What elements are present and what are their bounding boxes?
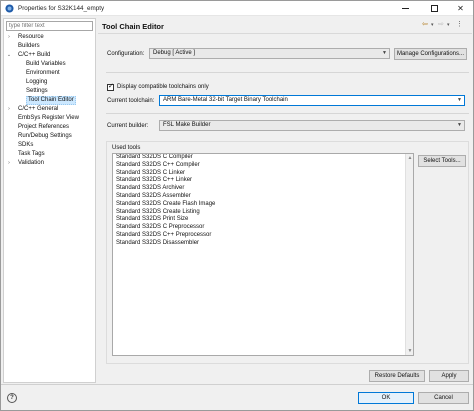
manage-configurations-button[interactable]: Manage Configurations... xyxy=(394,48,467,60)
tree-item[interactable]: SDKs xyxy=(4,141,95,150)
used-tools-label: Used tools xyxy=(112,145,141,151)
apply-button[interactable]: Apply xyxy=(429,370,469,382)
tree-item[interactable]: Environment xyxy=(4,69,95,78)
title-bar: Properties for S32K144_empty ✕ xyxy=(1,1,473,16)
list-item[interactable]: Standard S32DS Disassembler xyxy=(113,240,413,248)
tree-item-label: C/C++ Build xyxy=(18,52,51,58)
tree-item-label: EmbSys Register View xyxy=(18,115,79,121)
tree-item-label: Project References xyxy=(18,124,70,130)
minimize-icon xyxy=(402,8,409,9)
tree-item[interactable]: Task Tags xyxy=(4,150,95,159)
close-icon: ✕ xyxy=(457,4,464,13)
category-pane: › Resource Builders ⌄ C/C++ Build Build Varia… xyxy=(3,18,96,383)
tree-item[interactable]: Run/Debug Settings xyxy=(4,132,95,141)
history-nav: ⇦ ▾ ⇨ ▾ ⋮ xyxy=(422,20,472,30)
tree-item[interactable]: Tool Chain Editor xyxy=(4,96,95,105)
list-item[interactable]: Standard S32DS Create Listing xyxy=(113,209,413,217)
chevron-down-icon: ▼ xyxy=(382,50,387,56)
checkmark-icon: ✓ xyxy=(108,83,114,90)
tree-item[interactable]: Builders xyxy=(4,42,95,51)
page-title: Tool Chain Editor xyxy=(102,22,164,31)
list-item[interactable]: Standard S32DS C++ Preprocessor xyxy=(113,232,413,240)
filter-field[interactable] xyxy=(6,21,93,31)
tree-item-label: Settings xyxy=(26,88,48,94)
chevron-down-icon: ▼ xyxy=(457,122,462,128)
view-menu-icon[interactable]: ⋮ xyxy=(456,20,463,30)
tree-item-label: Builders xyxy=(18,43,40,49)
tree-item-label: C/C++ General xyxy=(18,106,59,112)
tree-item-label: Build Variables xyxy=(26,61,66,67)
restore-defaults-button[interactable]: Restore Defaults xyxy=(369,370,425,382)
list-item[interactable]: Standard S32DS Archiver xyxy=(113,185,413,193)
window-title: Properties for S32K144_empty xyxy=(18,5,105,12)
display-compatible-label: Display compatible toolchains only xyxy=(117,84,209,90)
chevron-right-icon[interactable]: › xyxy=(6,33,12,42)
ok-button[interactable]: OK xyxy=(358,392,414,404)
scroll-up-icon[interactable]: ▲ xyxy=(406,154,414,162)
used-tools-list[interactable]: Standard S32DS C Compiler Standard S32DS … xyxy=(112,153,414,356)
tree-item-label: Task Tags xyxy=(18,151,45,157)
chevron-down-icon: ▼ xyxy=(457,97,462,103)
display-compatible-checkbox[interactable]: ✓ xyxy=(107,83,114,91)
close-button[interactable]: ✕ xyxy=(448,1,473,16)
list-item[interactable]: Standard S32DS C++ Compiler xyxy=(113,162,413,170)
footer-divider xyxy=(1,384,473,385)
chevron-right-icon[interactable]: › xyxy=(6,105,12,114)
chevron-right-icon[interactable]: › xyxy=(6,159,12,168)
cancel-button[interactable]: Cancel xyxy=(418,392,469,404)
current-builder-select[interactable]: FSL Make Builder ▼ xyxy=(159,120,465,131)
tree-item[interactable]: Build Variables xyxy=(4,60,95,69)
chevron-down-icon[interactable]: ⌄ xyxy=(6,51,12,60)
back-arrow-icon[interactable]: ⇦ xyxy=(422,20,428,30)
list-item[interactable]: Standard S32DS Create Flash Image xyxy=(113,201,413,209)
list-item[interactable]: Standard S32DS C Compiler xyxy=(113,154,413,162)
current-toolchain-label: Current toolchain: xyxy=(107,98,155,104)
app-icon xyxy=(5,4,14,13)
list-item[interactable]: Standard S32DS C Preprocessor xyxy=(113,224,413,232)
tree-item[interactable]: Logging xyxy=(4,78,95,87)
tree-item-label: Validation xyxy=(18,160,44,166)
section-divider xyxy=(106,113,469,114)
back-menu-icon[interactable]: ▾ xyxy=(431,20,434,30)
tree-item[interactable]: Project References xyxy=(4,123,95,132)
list-item[interactable]: Standard S32DS C++ Linker xyxy=(113,177,413,185)
list-item[interactable]: Standard S32DS Print Size xyxy=(113,216,413,224)
category-tree: › Resource Builders ⌄ C/C++ Build Build Varia… xyxy=(4,33,95,168)
properties-dialog: Properties for S32K144_empty ✕ › Resource… xyxy=(0,0,474,411)
filter-input[interactable] xyxy=(7,22,92,30)
help-icon[interactable]: ? xyxy=(7,393,17,403)
tools-scrollbar[interactable]: ▲ ▼ xyxy=(405,154,413,355)
forward-menu-icon[interactable]: ▾ xyxy=(447,20,450,30)
configuration-label: Configuration: xyxy=(107,51,145,57)
forward-arrow-icon[interactable]: ⇨ xyxy=(438,20,444,30)
tree-item-label: Tool Chain Editor xyxy=(26,96,76,105)
header-divider xyxy=(98,33,472,34)
current-builder-label: Current builder: xyxy=(107,123,149,129)
list-item[interactable]: Standard S32DS Assembler xyxy=(113,193,413,201)
maximize-button[interactable] xyxy=(422,1,447,16)
current-builder-value: FSL Make Builder xyxy=(163,122,211,128)
tree-item-label: Logging xyxy=(26,79,48,85)
scroll-down-icon[interactable]: ▼ xyxy=(406,347,414,355)
tree-item[interactable]: EmbSys Register View xyxy=(4,114,95,123)
tree-item[interactable]: › Validation xyxy=(4,159,95,168)
minimize-button[interactable] xyxy=(393,1,418,16)
tree-item-label: Environment xyxy=(26,70,60,76)
configuration-select[interactable]: Debug [ Active ] ▼ xyxy=(149,48,390,59)
tree-item-label: SDKs xyxy=(18,142,34,148)
current-toolchain-select[interactable]: ARM Bare-Metal 32-bit Target Binary Tool… xyxy=(159,95,465,106)
tree-item-label: Resource xyxy=(18,34,44,40)
tree-item-label: Run/Debug Settings xyxy=(18,133,72,139)
current-toolchain-value: ARM Bare-Metal 32-bit Target Binary Tool… xyxy=(163,97,288,103)
section-divider xyxy=(106,72,469,73)
maximize-icon xyxy=(431,5,438,12)
tree-item[interactable]: Settings xyxy=(4,87,95,96)
list-item[interactable]: Standard S32DS C Linker xyxy=(113,170,413,178)
configuration-value: Debug [ Active ] xyxy=(153,50,196,56)
select-tools-button[interactable]: Select Tools... xyxy=(418,155,466,167)
tree-item[interactable]: ⌄ C/C++ Build xyxy=(4,51,95,60)
tree-item[interactable]: › Resource xyxy=(4,33,95,42)
tree-item[interactable]: › C/C++ General xyxy=(4,105,95,114)
